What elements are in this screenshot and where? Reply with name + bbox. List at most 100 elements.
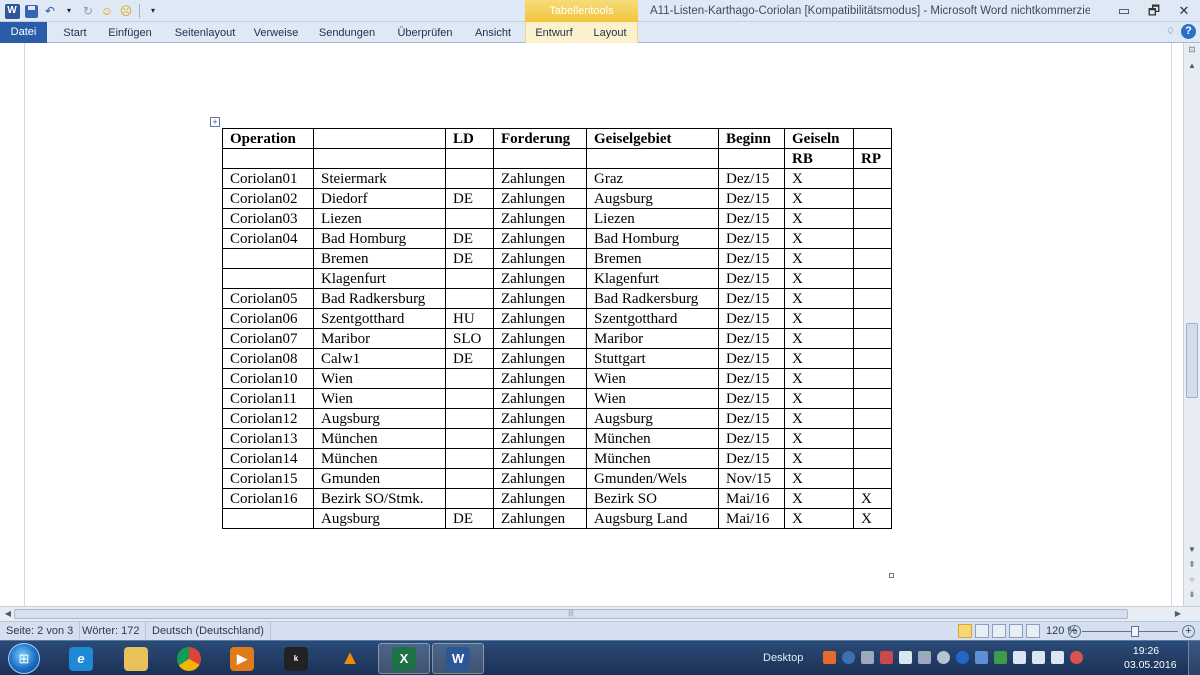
table-cell[interactable]: Zahlungen <box>493 468 587 489</box>
table-cell[interactable]: Bremen <box>586 248 719 269</box>
table-cell[interactable] <box>853 228 892 249</box>
table-cell[interactable]: Wien <box>313 388 446 409</box>
table-cell[interactable]: Wien <box>586 368 719 389</box>
table-header-cell[interactable] <box>493 148 587 169</box>
language-indicator[interactable]: Deutsch (Deutschland) <box>146 622 271 641</box>
previous-page-icon[interactable]: ⇞ <box>1184 558 1200 572</box>
desktop-toolbar-label[interactable]: Desktop <box>763 641 803 675</box>
taskbar-explorer[interactable] <box>110 643 162 674</box>
table-header-cell[interactable] <box>586 148 719 169</box>
tab-datei[interactable]: Datei <box>0 22 47 43</box>
table-header-cell[interactable]: Geiseln <box>784 128 854 149</box>
table-cell[interactable]: Gmunden <box>313 468 446 489</box>
table-cell[interactable] <box>222 248 314 269</box>
table-cell[interactable]: DE <box>445 248 494 269</box>
zoom-in-icon[interactable]: + <box>1182 625 1195 638</box>
table-cell[interactable] <box>853 208 892 229</box>
full-screen-reading-view-icon[interactable] <box>975 624 989 638</box>
horizontal-scroll-thumb[interactable]: ||| <box>14 609 1128 619</box>
table-cell[interactable] <box>853 348 892 369</box>
frown-feedback-icon[interactable]: ☹ <box>118 3 134 19</box>
table-cell[interactable]: X <box>853 508 892 529</box>
table-cell[interactable]: X <box>784 248 854 269</box>
table-cell[interactable]: DE <box>445 188 494 209</box>
table-cell[interactable]: Coriolan04 <box>222 228 314 249</box>
table-cell[interactable]: Steiermark <box>313 168 446 189</box>
word-count[interactable]: Wörter: 172 <box>76 622 147 641</box>
table-cell[interactable] <box>445 368 494 389</box>
tab-start[interactable]: Start <box>55 24 95 42</box>
table-header-cell[interactable]: Beginn <box>718 128 785 149</box>
table-cell[interactable]: Coriolan07 <box>222 328 314 349</box>
table-cell[interactable]: Mai/16 <box>718 488 785 509</box>
print-layout-view-icon[interactable] <box>958 624 972 638</box>
table-cell[interactable]: Augsburg <box>313 408 446 429</box>
draft-view-icon[interactable] <box>1026 624 1040 638</box>
scroll-up-icon[interactable]: ▲ <box>1184 59 1200 73</box>
table-header-cell[interactable]: Geiselgebiet <box>586 128 719 149</box>
table-cell[interactable]: Dez/15 <box>718 288 785 309</box>
table-cell[interactable] <box>445 288 494 309</box>
zoom-out-icon[interactable]: − <box>1068 625 1081 638</box>
vertical-scroll-thumb[interactable] <box>1186 323 1198 398</box>
table-cell[interactable]: Coriolan11 <box>222 388 314 409</box>
table-cell[interactable] <box>445 488 494 509</box>
table-cell[interactable]: Dez/15 <box>718 388 785 409</box>
table-cell[interactable]: Augsburg <box>586 408 719 429</box>
table-cell[interactable]: Coriolan12 <box>222 408 314 429</box>
restore-button[interactable]: 🗗 <box>1140 0 1168 22</box>
tray-flame-icon[interactable] <box>823 651 836 664</box>
table-cell[interactable]: Dez/15 <box>718 228 785 249</box>
table-header-cell[interactable]: RP <box>853 148 892 169</box>
table-cell[interactable] <box>445 428 494 449</box>
table-cell[interactable]: München <box>586 428 719 449</box>
table-cell[interactable] <box>445 208 494 229</box>
table-cell[interactable]: Zahlungen <box>493 188 587 209</box>
table-cell[interactable]: Augsburg <box>313 508 446 529</box>
tray-device-icon[interactable] <box>1032 651 1045 664</box>
taskbar-vlc[interactable]: ▲ <box>324 643 376 674</box>
smiley-feedback-icon[interactable]: ☺ <box>99 3 115 19</box>
undo-dropdown-icon[interactable]: ▾ <box>61 3 77 19</box>
table-header-cell[interactable]: Operation <box>222 128 314 149</box>
table-cell[interactable]: Coriolan01 <box>222 168 314 189</box>
table-cell[interactable]: Zahlungen <box>493 428 587 449</box>
table-cell[interactable]: X <box>784 288 854 309</box>
data-table[interactable]: Operation LD Forderung Geiselgebiet Beginn Ge… <box>222 128 892 529</box>
taskbar-word[interactable]: W <box>432 643 484 674</box>
redo-icon[interactable]: ↻ <box>80 3 96 19</box>
table-cell[interactable]: Dez/15 <box>718 428 785 449</box>
table-cell[interactable]: Zahlungen <box>493 388 587 409</box>
table-cell[interactable]: Klagenfurt <box>586 268 719 289</box>
action-center-flag-icon[interactable] <box>1013 651 1026 664</box>
table-cell[interactable]: Zahlungen <box>493 448 587 469</box>
table-cell[interactable]: Diedorf <box>313 188 446 209</box>
table-cell[interactable]: Zahlungen <box>493 328 587 349</box>
close-button[interactable]: ✕ <box>1170 0 1198 22</box>
table-cell[interactable] <box>853 308 892 329</box>
table-cell[interactable]: Zahlungen <box>493 308 587 329</box>
tab-ansicht[interactable]: Ansicht <box>468 24 518 42</box>
start-button-icon[interactable]: ⊞ <box>8 643 40 674</box>
table-cell[interactable]: X <box>784 228 854 249</box>
help-icon[interactable]: ? <box>1181 24 1196 39</box>
table-cell[interactable]: Dez/15 <box>718 188 785 209</box>
table-header-cell[interactable] <box>445 148 494 169</box>
table-cell[interactable]: Dez/15 <box>718 408 785 429</box>
table-cell[interactable] <box>853 388 892 409</box>
table-cell[interactable]: Coriolan14 <box>222 448 314 469</box>
tray-shield-icon[interactable] <box>842 651 855 664</box>
table-cell[interactable]: X <box>853 488 892 509</box>
table-cell[interactable] <box>853 268 892 289</box>
table-cell[interactable]: DE <box>445 508 494 529</box>
table-cell[interactable] <box>222 268 314 289</box>
tab-ueberpruefen[interactable]: Überprüfen <box>390 24 460 42</box>
table-cell[interactable] <box>853 168 892 189</box>
tab-entwurf[interactable]: Entwurf <box>530 24 578 42</box>
taskbar-excel[interactable]: X <box>378 643 430 674</box>
table-cell[interactable]: Coriolan16 <box>222 488 314 509</box>
table-cell[interactable]: Szentgotthard <box>586 308 719 329</box>
table-cell[interactable] <box>445 468 494 489</box>
table-cell[interactable] <box>853 408 892 429</box>
table-cell[interactable]: Bezirk SO/Stmk. <box>313 488 446 509</box>
